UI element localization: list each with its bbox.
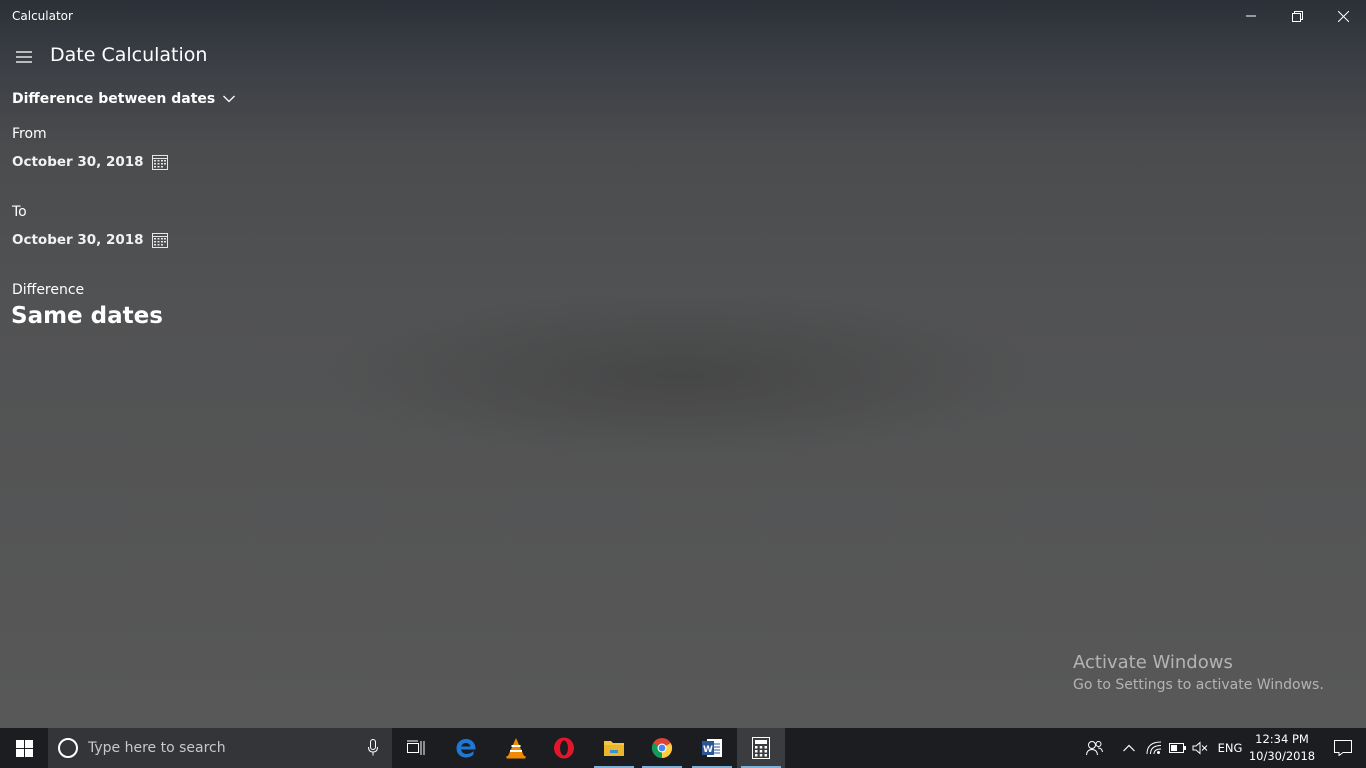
opera-icon	[554, 737, 574, 759]
page-title: Date Calculation	[50, 44, 208, 66]
task-view-icon	[407, 740, 425, 755]
hamburger-menu-button[interactable]	[8, 42, 40, 72]
watermark-subtitle: Go to Settings to activate Windows.	[1073, 677, 1324, 693]
battery-icon	[1168, 743, 1186, 753]
app-title: Calculator	[12, 9, 73, 23]
restore-button[interactable]	[1274, 0, 1320, 32]
volume-muted-icon	[1192, 741, 1208, 755]
difference-result: Same dates	[11, 303, 163, 329]
people-button[interactable]	[1082, 728, 1106, 768]
close-button[interactable]	[1320, 0, 1366, 32]
close-icon	[1337, 10, 1349, 22]
search-placeholder: Type here to search	[88, 740, 226, 756]
to-label: To	[12, 204, 27, 220]
taskbar-word[interactable]: W	[688, 728, 736, 768]
language-label: ENG	[1217, 741, 1243, 755]
minimize-icon	[1246, 15, 1256, 17]
taskbar-vlc[interactable]	[492, 728, 540, 768]
from-date-picker[interactable]: October 30, 2018	[12, 152, 168, 172]
folder-icon	[604, 741, 624, 756]
minimize-button[interactable]	[1228, 0, 1274, 32]
activation-watermark: Activate Windows Go to Settings to activ…	[1073, 652, 1324, 693]
start-button[interactable]	[0, 728, 48, 768]
title-bar[interactable]: Calculator	[0, 0, 1366, 32]
taskbar: Type here to search W ENG 12:34 PM 10/30…	[0, 728, 1366, 768]
difference-label: Difference	[12, 282, 85, 298]
taskbar-search-box[interactable]: Type here to search	[48, 728, 392, 768]
app-header: Date Calculation	[0, 40, 400, 74]
wifi-icon	[1146, 741, 1162, 755]
volume-button[interactable]	[1189, 728, 1211, 768]
battery-button[interactable]	[1166, 728, 1188, 768]
watermark-title: Activate Windows	[1073, 652, 1233, 673]
calculator-icon	[752, 737, 770, 759]
taskbar-calculator[interactable]	[737, 728, 785, 768]
from-label: From	[12, 126, 47, 142]
calendar-icon	[151, 155, 168, 170]
calendar-icon	[151, 233, 168, 248]
hamburger-menu-icon	[16, 51, 32, 63]
cortana-icon	[58, 738, 78, 758]
word-icon: W	[702, 739, 722, 757]
action-center-button[interactable]	[1320, 728, 1366, 768]
people-icon	[1085, 741, 1103, 756]
windows-logo-icon	[15, 739, 33, 757]
language-indicator[interactable]: ENG	[1214, 728, 1246, 768]
from-date-value: October 30, 2018	[12, 154, 144, 170]
show-hidden-icons-button[interactable]	[1118, 728, 1140, 768]
svg-text:W: W	[703, 745, 713, 755]
notification-icon	[1334, 740, 1352, 756]
edge-icon	[456, 739, 476, 758]
chevron-up-icon	[1123, 744, 1135, 752]
microphone-icon[interactable]	[368, 739, 378, 756]
network-button[interactable]	[1143, 728, 1165, 768]
taskbar-file-explorer[interactable]	[590, 728, 638, 768]
taskbar-chrome[interactable]	[638, 728, 686, 768]
vlc-icon	[506, 738, 526, 759]
calculation-mode-dropdown[interactable]: Difference between dates	[12, 88, 236, 110]
to-date-value: October 30, 2018	[12, 232, 144, 248]
clock-time: 12:34 PM	[1255, 732, 1309, 746]
taskbar-edge[interactable]	[442, 728, 490, 768]
to-date-picker[interactable]: October 30, 2018	[12, 230, 168, 250]
task-view-button[interactable]	[392, 728, 440, 768]
calculation-mode-label: Difference between dates	[12, 91, 216, 107]
clock-date: 10/30/2018	[1248, 749, 1316, 763]
taskbar-opera[interactable]	[540, 728, 588, 768]
restore-icon	[1291, 10, 1303, 22]
chrome-icon	[651, 738, 673, 759]
taskbar-clock[interactable]: 12:34 PM 10/30/2018	[1246, 731, 1318, 765]
calculator-window: Calculator Date Calculation Difference b…	[0, 0, 1366, 728]
chevron-down-icon	[223, 95, 236, 103]
